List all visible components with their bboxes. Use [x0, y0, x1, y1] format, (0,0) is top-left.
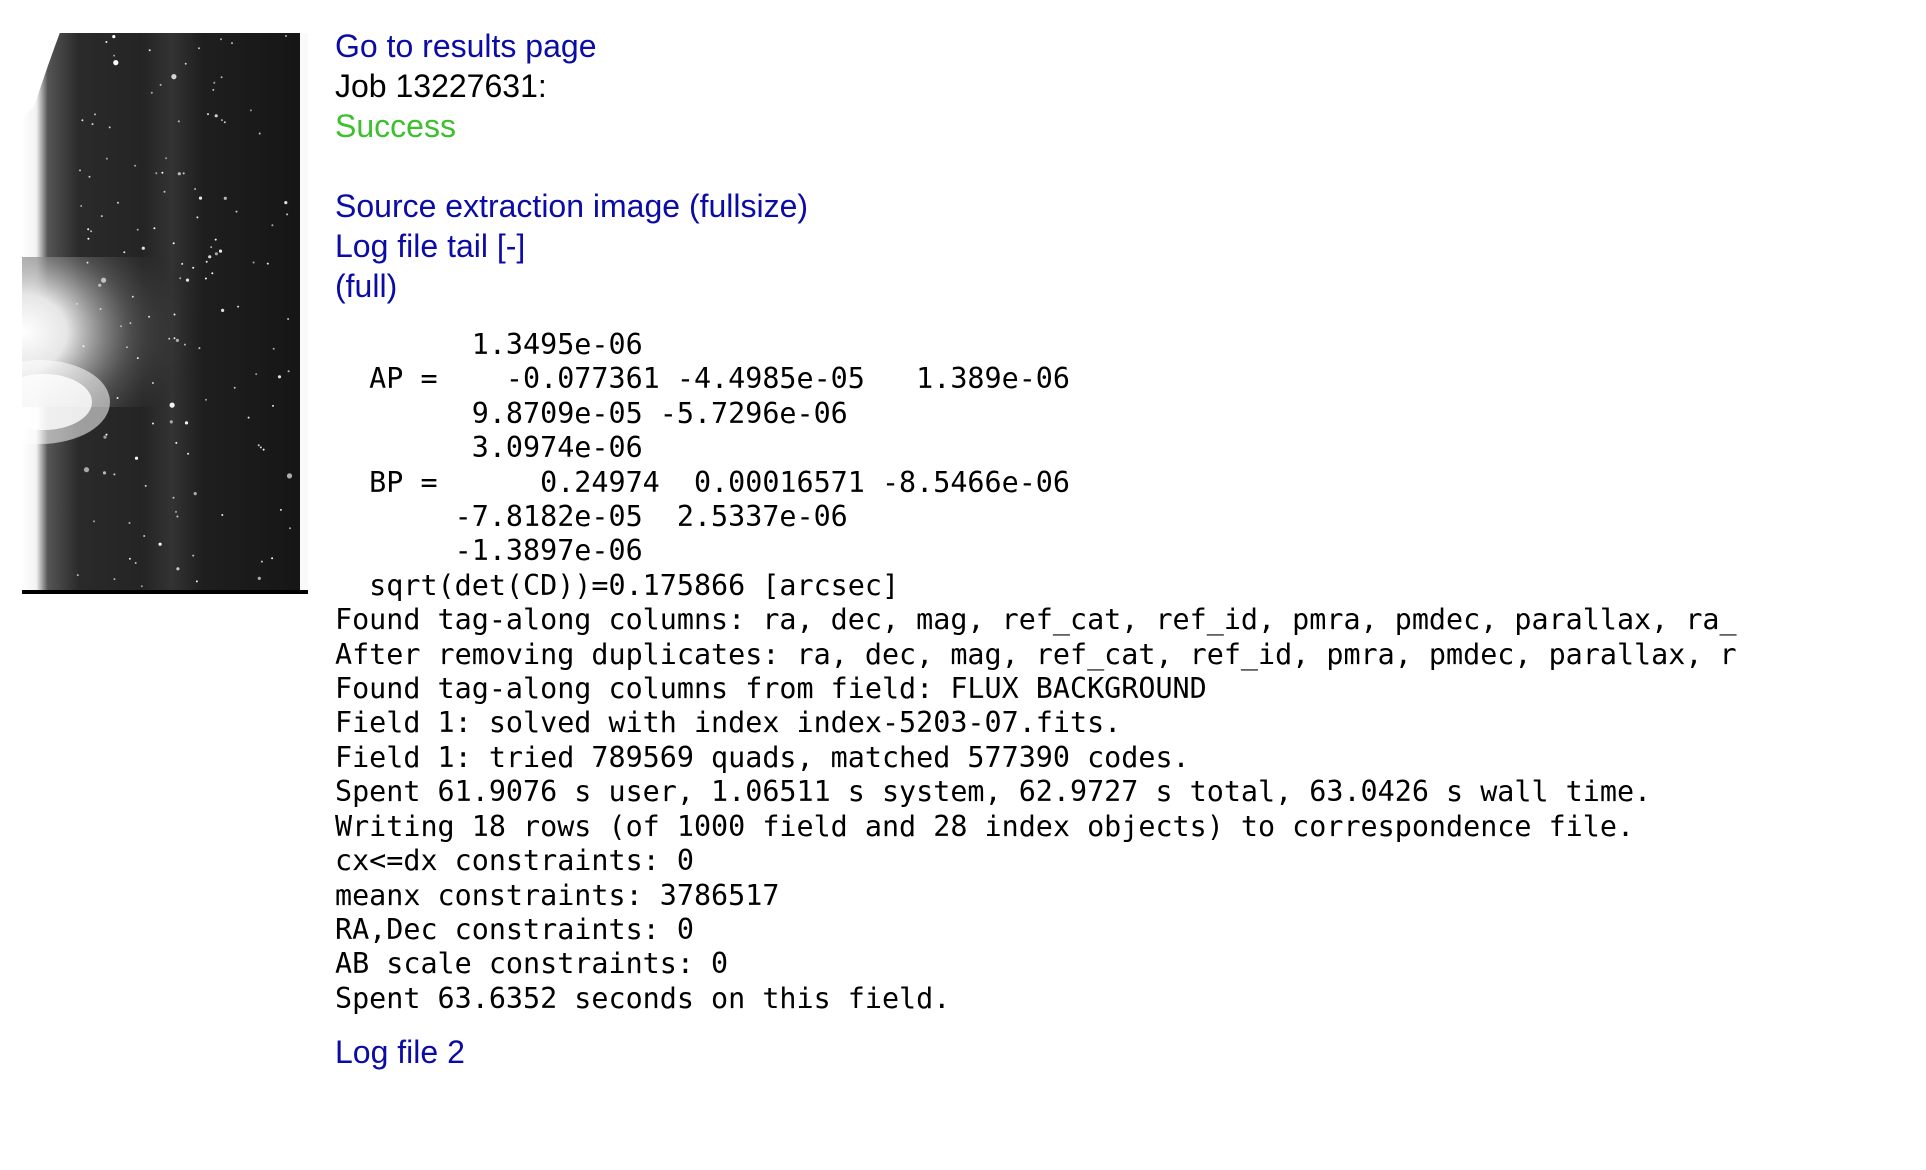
log-line: BP = 0.24974 0.00016571 -8.5466e-06: [335, 465, 1070, 499]
log-line: 1.3495e-06: [335, 328, 643, 361]
log-line: sqrt(det(CD))=0.175866 [arcsec]: [335, 568, 900, 602]
job-status-panel: Go to results page Job 13227631: Success…: [335, 26, 1895, 1072]
star-field-image: [22, 27, 308, 594]
log-line: 3.0974e-06: [335, 431, 643, 465]
log-line: Spent 61.9076 s user, 1.06511 s system, …: [335, 775, 1652, 809]
log-line: Writing 18 rows (of 1000 field and 28 in…: [335, 809, 1635, 843]
log-line: Field 1: solved with index index-5203-07…: [335, 706, 1122, 740]
log-file-2-link[interactable]: Log file 2: [335, 1034, 465, 1070]
source-extraction-thumbnail[interactable]: [22, 27, 308, 594]
log-line: -1.3897e-06: [335, 534, 643, 568]
log-line: cx<=dx constraints: 0: [335, 844, 694, 878]
log-line: Found tag-along columns from field: FLUX…: [335, 672, 1207, 706]
log-full-link[interactable]: (full): [335, 268, 397, 304]
log-line: Spent 63.6352 seconds on this field.: [335, 981, 951, 1015]
thumbnail-border: [22, 590, 308, 594]
log-line: meanx constraints: 3786517: [335, 878, 780, 912]
results-page-link[interactable]: Go to results page: [335, 28, 596, 64]
log-line: After removing duplicates: ra, dec, mag,…: [335, 637, 1737, 671]
log-line: 9.8709e-05 -5.7296e-06: [335, 396, 848, 430]
job-label: Job 13227631:: [335, 68, 547, 104]
log-line: AB scale constraints: 0: [335, 947, 729, 981]
status-badge: Success: [335, 108, 456, 144]
log-line: Field 1: tried 789569 quads, matched 577…: [335, 740, 1190, 774]
log-line: RA,Dec constraints: 0: [335, 912, 694, 946]
log-line: AP = -0.077361 -4.4985e-05 1.389e-06: [335, 362, 1070, 396]
source-extraction-link[interactable]: Source extraction image (fullsize): [335, 188, 808, 224]
log-tail-toggle-link[interactable]: Log file tail [-]: [335, 228, 525, 264]
log-line: Found tag-along columns: ra, dec, mag, r…: [335, 603, 1737, 637]
log-line: -7.8182e-05 2.5337e-06: [335, 500, 848, 534]
log-output: 1.3495e-06 AP = -0.077361 -4.4985e-05 1.…: [335, 328, 1755, 1016]
